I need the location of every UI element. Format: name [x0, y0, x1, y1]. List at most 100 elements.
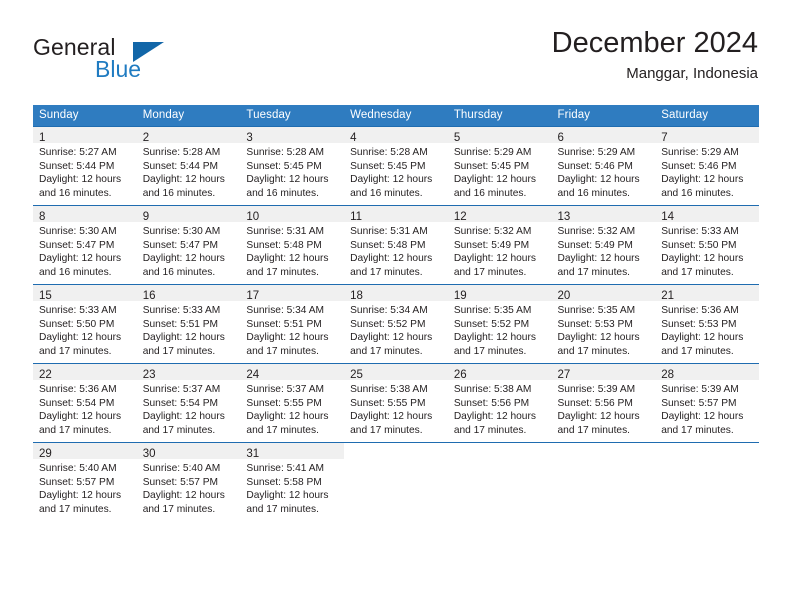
daylight-text-line1: Daylight: 12 hours: [661, 174, 744, 186]
daylight-text-line1: Daylight: 12 hours: [142, 253, 225, 265]
day-details: Sunrise: 5:38 AM Sunset: 5:56 PM Daylight:…: [448, 380, 552, 437]
calendar-day-cell[interactable]: 16 Sunrise: 5:33 AM Sunset: 5:51 PM Dayligh…: [136, 284, 241, 364]
calendar-day-cell[interactable]: 21 Sunrise: 5:36 AM Sunset: 5:53 PM Dayligh…: [655, 284, 759, 364]
calendar-day-cell[interactable]: 9 Sunrise: 5:30 AM Sunset: 5:47 PM Daylight…: [136, 205, 241, 285]
daylight-text-line1: Daylight: 12 hours: [39, 332, 122, 344]
title-block: December 2024 Manggar, Indonesia: [552, 26, 758, 83]
calendar-cell-empty: [447, 442, 552, 521]
daylight-text-line1: Daylight: 12 hours: [39, 253, 122, 265]
daylight-text-line2: and 16 minutes.: [142, 266, 216, 278]
day-details: Sunrise: 5:30 AM Sunset: 5:47 PM Daylight:…: [137, 222, 241, 279]
calendar-day-cell[interactable]: 20 Sunrise: 5:35 AM Sunset: 5:53 PM Dayligh…: [551, 284, 656, 364]
day-number-band: 4: [344, 127, 448, 144]
day-number-band: 8: [33, 206, 137, 223]
calendar-day-cell[interactable]: 25 Sunrise: 5:38 AM Sunset: 5:55 PM Dayligh…: [344, 363, 448, 443]
calendar-day-cell[interactable]: 12 Sunrise: 5:32 AM Sunset: 5:49 PM Dayligh…: [447, 205, 552, 285]
calendar-day-cell[interactable]: 15 Sunrise: 5:33 AM Sunset: 5:50 PM Dayligh…: [33, 284, 137, 364]
calendar-day-cell[interactable]: 14 Sunrise: 5:33 AM Sunset: 5:50 PM Dayligh…: [655, 205, 759, 285]
calendar-day-cell[interactable]: 5 Sunrise: 5:29 AM Sunset: 5:45 PM Daylight…: [447, 126, 552, 206]
calendar-week-row: 1 Sunrise: 5:27 AM Sunset: 5:44 PM Daylight…: [33, 126, 759, 206]
calendar-day-cell[interactable]: 23 Sunrise: 5:37 AM Sunset: 5:54 PM Dayligh…: [136, 363, 241, 443]
day-number-band: 23: [136, 364, 241, 381]
day-details: Sunrise: 5:35 AM Sunset: 5:52 PM Daylight:…: [448, 301, 552, 358]
sunset-text: Sunset: 5:57 PM: [142, 476, 219, 488]
daylight-text-line2: and 17 minutes.: [350, 424, 423, 436]
calendar-day-cell[interactable]: 28 Sunrise: 5:39 AM Sunset: 5:57 PM Dayligh…: [655, 363, 759, 443]
sunset-text: Sunset: 5:52 PM: [453, 318, 530, 330]
daylight-text-line2: and 17 minutes.: [39, 345, 112, 357]
sunrise-text: Sunrise: 5:30 AM: [39, 226, 117, 237]
calendar-day-cell[interactable]: 11 Sunrise: 5:31 AM Sunset: 5:48 PM Dayligh…: [344, 205, 448, 285]
calendar-day-cell[interactable]: 30 Sunrise: 5:40 AM Sunset: 5:57 PM Dayligh…: [136, 442, 241, 521]
calendar-day-cell[interactable]: 22 Sunrise: 5:36 AM Sunset: 5:54 PM Dayligh…: [33, 363, 137, 443]
daylight-text-line2: and 17 minutes.: [453, 345, 527, 357]
day-number-band: 9: [136, 206, 241, 223]
day-number: 19: [453, 290, 467, 302]
calendar-day-cell[interactable]: 31 Sunrise: 5:41 AM Sunset: 5:58 PM Dayligh…: [240, 442, 345, 521]
day-number-band: 27: [551, 364, 656, 381]
day-number-band: 26: [447, 364, 552, 381]
day-details: Sunrise: 5:28 AM Sunset: 5:45 PM Daylight:…: [344, 143, 448, 200]
calendar-day-cell[interactable]: 1 Sunrise: 5:27 AM Sunset: 5:44 PM Daylight…: [33, 126, 137, 206]
daylight-text-line2: and 17 minutes.: [557, 424, 631, 436]
sunrise-text: Sunrise: 5:34 AM: [350, 305, 428, 316]
day-number: 5: [453, 132, 461, 144]
sunset-text: Sunset: 5:51 PM: [246, 318, 322, 330]
daylight-text-line1: Daylight: 12 hours: [661, 253, 744, 265]
sunrise-text: Sunrise: 5:34 AM: [246, 305, 324, 316]
sunset-text: Sunset: 5:57 PM: [39, 476, 115, 488]
day-details: Sunrise: 5:34 AM Sunset: 5:51 PM Daylight:…: [240, 301, 344, 358]
sunrise-text: Sunrise: 5:36 AM: [39, 384, 117, 395]
calendar-day-cell[interactable]: 4 Sunrise: 5:28 AM Sunset: 5:45 PM Daylight…: [344, 126, 448, 206]
day-number: 28: [661, 369, 675, 381]
day-details: Sunrise: 5:33 AM Sunset: 5:50 PM Daylight:…: [33, 301, 137, 358]
calendar-day-cell[interactable]: 10 Sunrise: 5:31 AM Sunset: 5:48 PM Dayligh…: [240, 205, 345, 285]
calendar-day-cell[interactable]: 2 Sunrise: 5:28 AM Sunset: 5:44 PM Daylight…: [136, 126, 241, 206]
calendar-day-cell[interactable]: 26 Sunrise: 5:38 AM Sunset: 5:56 PM Dayligh…: [447, 363, 552, 443]
brand-logo[interactable]: General Blue: [33, 34, 213, 90]
calendar-day-cell[interactable]: 29 Sunrise: 5:40 AM Sunset: 5:57 PM Dayligh…: [33, 442, 137, 521]
calendar-day-cell[interactable]: 7 Sunrise: 5:29 AM Sunset: 5:46 PM Daylight…: [655, 126, 759, 206]
day-number: 24: [246, 369, 260, 381]
day-number-band: 10: [240, 206, 345, 223]
sunrise-text: Sunrise: 5:39 AM: [557, 384, 636, 395]
calendar-day-cell[interactable]: 19 Sunrise: 5:35 AM Sunset: 5:52 PM Dayligh…: [447, 284, 552, 364]
sunset-text: Sunset: 5:45 PM: [350, 160, 426, 172]
daylight-text-line1: Daylight: 12 hours: [142, 490, 225, 502]
sunrise-text: Sunrise: 5:35 AM: [557, 305, 636, 316]
daylight-text-line1: Daylight: 12 hours: [39, 174, 122, 186]
day-number: 2: [142, 132, 150, 144]
day-number: 6: [557, 132, 564, 144]
sunset-text: Sunset: 5:57 PM: [661, 397, 737, 409]
sunrise-text: Sunrise: 5:29 AM: [661, 147, 739, 158]
sunrise-text: Sunrise: 5:40 AM: [39, 463, 117, 474]
calendar-day-cell[interactable]: 24 Sunrise: 5:37 AM Sunset: 5:55 PM Dayligh…: [240, 363, 345, 443]
sunset-text: Sunset: 5:46 PM: [661, 160, 737, 172]
day-number-band: 17: [240, 285, 345, 302]
daylight-text-line2: and 16 minutes.: [350, 187, 423, 199]
day-details: Sunrise: 5:30 AM Sunset: 5:47 PM Daylight:…: [33, 222, 137, 279]
calendar-day-cell[interactable]: 8 Sunrise: 5:30 AM Sunset: 5:47 PM Daylight…: [33, 205, 137, 285]
day-number-band: 31: [240, 443, 345, 460]
day-number: 29: [39, 448, 52, 460]
calendar-day-cell[interactable]: 17 Sunrise: 5:34 AM Sunset: 5:51 PM Dayligh…: [240, 284, 345, 364]
day-details: Sunrise: 5:31 AM Sunset: 5:48 PM Daylight:…: [240, 222, 344, 279]
day-details: Sunrise: 5:38 AM Sunset: 5:55 PM Daylight:…: [344, 380, 448, 437]
day-number: 30: [142, 448, 156, 460]
brand-name-blue: Blue: [95, 56, 142, 82]
sunset-text: Sunset: 5:48 PM: [246, 239, 322, 251]
calendar-day-cell[interactable]: 13 Sunrise: 5:32 AM Sunset: 5:49 PM Dayligh…: [551, 205, 656, 285]
daylight-text-line2: and 17 minutes.: [557, 266, 631, 278]
sunrise-text: Sunrise: 5:37 AM: [246, 384, 324, 395]
day-number-band: 21: [655, 285, 759, 302]
weekday-header-thursday: Thursday: [447, 105, 552, 127]
calendar-day-cell[interactable]: 27 Sunrise: 5:39 AM Sunset: 5:56 PM Dayligh…: [551, 363, 656, 443]
day-details: Sunrise: 5:29 AM Sunset: 5:46 PM Daylight:…: [655, 143, 759, 200]
day-number-band: 12: [447, 206, 552, 223]
calendar-day-cell[interactable]: 6 Sunrise: 5:29 AM Sunset: 5:46 PM Daylight…: [551, 126, 656, 206]
sunrise-text: Sunrise: 5:37 AM: [142, 384, 221, 395]
day-number: 27: [557, 369, 571, 381]
calendar-day-cell[interactable]: 3 Sunrise: 5:28 AM Sunset: 5:45 PM Daylight…: [240, 126, 345, 206]
day-number-band: 14: [655, 206, 759, 223]
calendar-day-cell[interactable]: 18 Sunrise: 5:34 AM Sunset: 5:52 PM Dayligh…: [344, 284, 448, 364]
